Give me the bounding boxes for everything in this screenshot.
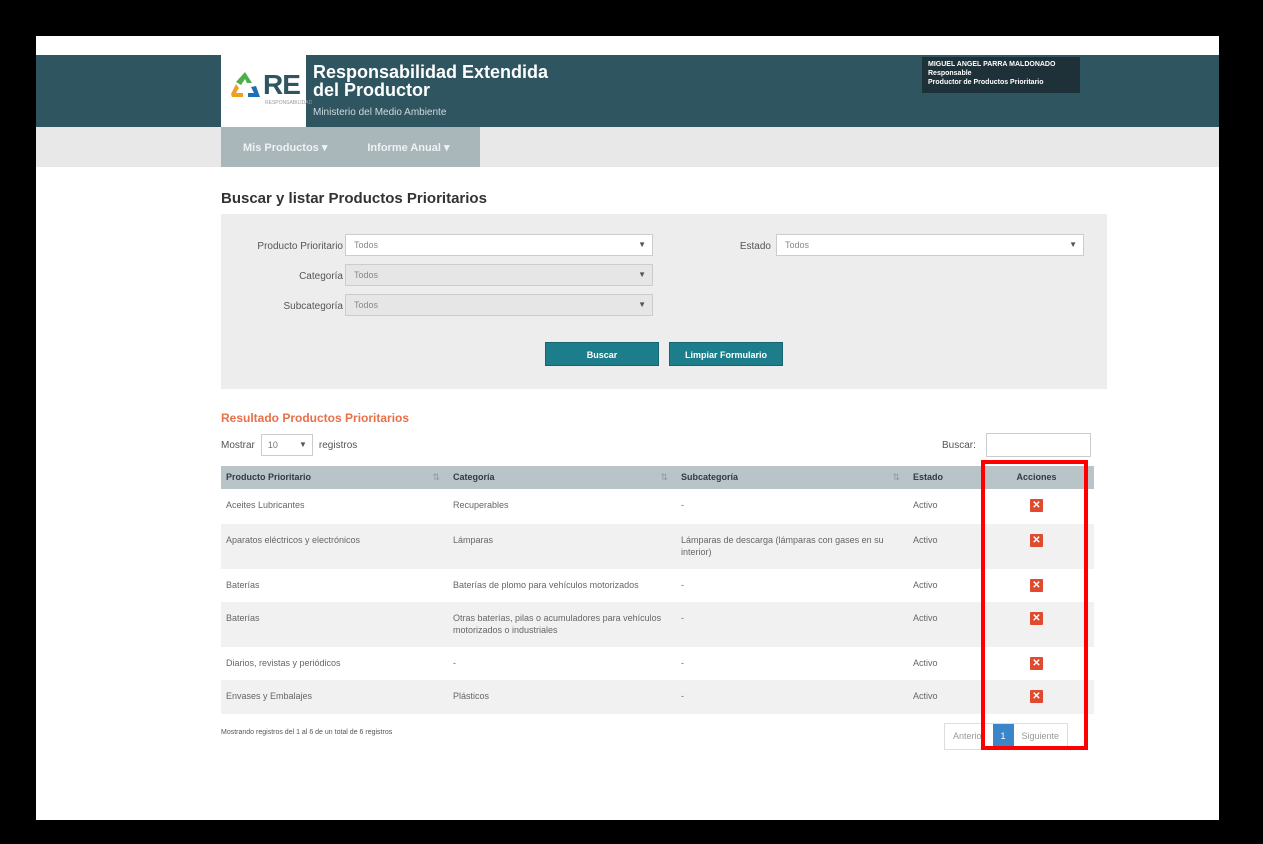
cell-subcategoria: - (681, 500, 684, 510)
cell-categoria: Lámparas (453, 535, 494, 545)
cell-estado: Activo (913, 691, 938, 701)
col-estado[interactable]: Estado (908, 466, 979, 489)
page-title: Buscar y listar Productos Prioritarios (221, 190, 487, 207)
estado-select[interactable]: Todos ▼ (776, 234, 1084, 256)
estado-select-value: Todos (785, 240, 810, 250)
cell-producto: Baterías (226, 580, 260, 590)
table-header: Producto Prioritario ⇅ Categoría ⇅ Subcate… (221, 466, 1094, 489)
cell-categoria: Baterías de plomo para vehículos motoriz… (453, 580, 639, 590)
user-name: MIGUEL ANGEL PARRA MALDONADO (928, 61, 1056, 68)
sort-icon: ⇅ (660, 472, 668, 482)
cell-producto: Baterías (226, 613, 260, 623)
col-subcategoria-label: Subcategoría (681, 472, 739, 482)
show-suffix: registros (318, 439, 358, 451)
cell-estado: Activo (913, 613, 938, 623)
producto-select[interactable]: Todos ▼ (345, 234, 653, 256)
cell-categoria: - (453, 658, 456, 668)
estado-label: Estado (739, 241, 771, 252)
logo: RE RESPONSABILIDAD (221, 55, 312, 127)
categoria-label: Categoría (299, 271, 343, 282)
page-length-control: Mostrar 10 ▼ registros (221, 434, 357, 456)
chevron-down-icon: ▼ (638, 270, 646, 279)
col-estado-label: Estado (913, 472, 944, 482)
app-title: Responsabilidad Extendida del Productor (313, 62, 549, 100)
show-prefix: Mostrar (221, 439, 255, 451)
results-title: Resultado Productos Prioritarios (221, 411, 410, 425)
subcategoria-label: Subcategoría (283, 301, 344, 312)
cell-subcategoria: Lámparas de descarga (lámparas con gases… (681, 535, 884, 557)
table-row: Aceites Lubricantes Recuperables - Activ… (221, 489, 1094, 524)
search-label: Buscar: (942, 440, 976, 451)
chevron-down-icon: ▼ (1069, 240, 1077, 249)
cell-estado: Activo (913, 658, 938, 668)
search-input[interactable] (986, 433, 1091, 457)
buscar-button[interactable]: Buscar (545, 342, 659, 366)
categoria-select-value: Todos (354, 270, 379, 280)
cell-producto: Aparatos eléctricos y electrónicos (226, 535, 361, 545)
user-org: Productor de Productos Prioritario (928, 79, 1044, 86)
chevron-down-icon: ▼ (298, 440, 307, 449)
header-bar: RE RESPONSABILIDAD Responsabilidad Exten… (36, 55, 1219, 127)
sort-icon: ⇅ (432, 472, 440, 482)
col-categoria-label: Categoría (453, 472, 495, 482)
user-info[interactable]: MIGUEL ANGEL PARRA MALDONADO Responsable… (922, 57, 1080, 93)
page-length-value: 10 (267, 440, 278, 450)
recycle-icon (231, 72, 260, 97)
table-row: Baterías Baterías de plomo para vehículo… (221, 569, 1094, 602)
cell-estado: Activo (913, 580, 938, 590)
cell-subcategoria: - (681, 613, 684, 623)
subcategoria-select[interactable]: Todos ▼ (345, 294, 653, 316)
chevron-down-icon: ▼ (638, 240, 646, 249)
filter-panel: Producto Prioritario Todos ▼ Categoría T… (221, 214, 1107, 389)
categoria-select[interactable]: Todos ▼ (345, 264, 653, 286)
highlight-box (981, 460, 1088, 750)
limpiar-formulario-button[interactable]: Limpiar Formulario (669, 342, 783, 366)
cell-subcategoria: - (681, 658, 684, 668)
browser-page: RE RESPONSABILIDAD Responsabilidad Exten… (36, 36, 1219, 820)
table-row: Diarios, revistas y periódicos - - Activ… (221, 647, 1094, 680)
cell-subcategoria: - (681, 580, 684, 590)
nav-informe-anual[interactable]: Informe Anual ▾ (367, 141, 449, 154)
col-producto[interactable]: Producto Prioritario ⇅ (221, 466, 448, 489)
col-categoria[interactable]: Categoría ⇅ (448, 466, 676, 489)
cell-estado: Activo (913, 535, 938, 545)
cell-categoria: Recuperables (453, 500, 509, 510)
col-producto-label: Producto Prioritario (226, 472, 312, 482)
cell-categoria: Otras baterías, pilas o acumuladores par… (453, 613, 662, 635)
cell-subcategoria: - (681, 691, 684, 701)
cell-estado: Activo (913, 500, 938, 510)
logo-text: RE (263, 69, 301, 100)
nav-strip: Mis Productos ▾ Informe Anual ▾ (36, 127, 1219, 167)
table-info: Mostrando registros del 1 al 6 de un tot… (221, 729, 393, 736)
sort-icon: ⇅ (892, 472, 900, 482)
logo-subtext: RESPONSABILIDAD (265, 100, 313, 106)
nav-mis-productos[interactable]: Mis Productos ▾ (243, 141, 327, 154)
subcategoria-select-value: Todos (354, 300, 379, 310)
cell-producto: Aceites Lubricantes (226, 500, 305, 510)
cell-producto: Diarios, revistas y periódicos (226, 658, 341, 668)
col-subcategoria[interactable]: Subcategoría ⇅ (676, 466, 908, 489)
chevron-down-icon: ▼ (638, 300, 646, 309)
cell-producto: Envases y Embalajes (226, 691, 313, 701)
app-subtitle: Ministerio del Medio Ambiente (313, 107, 447, 118)
producto-label: Producto Prioritario (257, 241, 343, 252)
table-row: Envases y Embalajes Plásticos - Activo ✕ (221, 680, 1094, 714)
page-length-select[interactable]: 10 ▼ (260, 434, 313, 456)
table-row: Baterías Otras baterías, pilas o acumula… (221, 602, 1094, 647)
main-nav: Mis Productos ▾ Informe Anual ▾ (221, 127, 480, 167)
producto-select-value: Todos (354, 240, 379, 250)
cell-categoria: Plásticos (453, 691, 490, 701)
results-table: Producto Prioritario ⇅ Categoría ⇅ Subcate… (221, 466, 1094, 714)
table-row: Aparatos eléctricos y electrónicos Lámpa… (221, 524, 1094, 569)
user-role: Responsable (928, 70, 972, 77)
